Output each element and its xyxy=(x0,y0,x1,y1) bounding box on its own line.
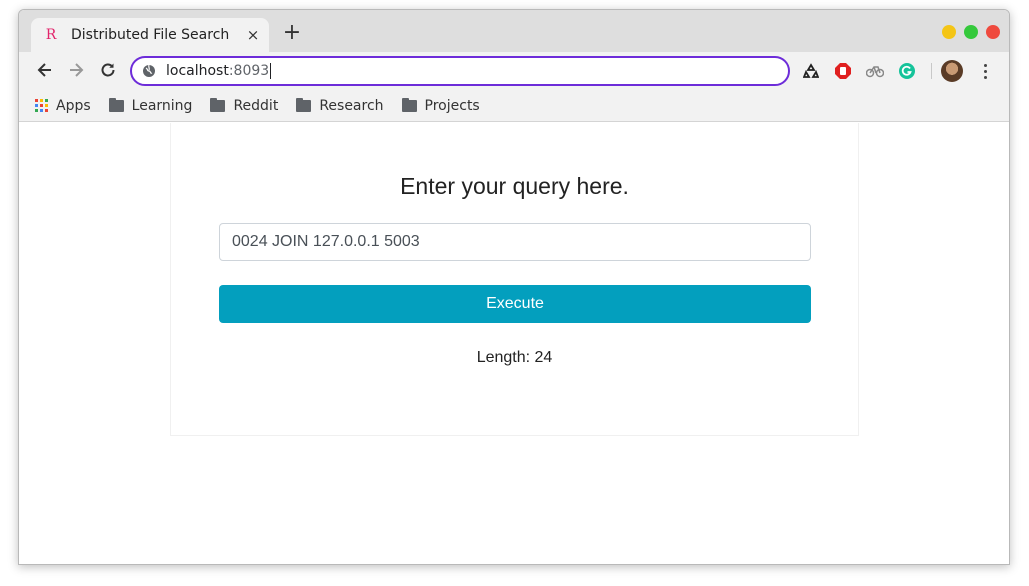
tab-strip: R Distributed File Search × + xyxy=(19,10,1009,52)
favicon-icon: R xyxy=(45,27,57,43)
folder-icon xyxy=(210,97,226,112)
globe-icon xyxy=(142,63,158,79)
folder-icon xyxy=(296,97,312,112)
tab-close-icon[interactable]: × xyxy=(243,26,263,44)
tab-title: Distributed File Search xyxy=(71,27,230,43)
reload-icon xyxy=(101,63,115,77)
bookmark-reddit[interactable]: Reddit xyxy=(210,97,279,114)
profile-avatar[interactable] xyxy=(941,60,963,82)
browser-toolbar: localhost:8093 xyxy=(19,52,1009,90)
new-tab-button[interactable]: + xyxy=(281,22,303,45)
extension-cycling-icon[interactable] xyxy=(865,61,885,81)
minimize-button[interactable] xyxy=(942,25,956,39)
toolbar-separator xyxy=(931,63,932,79)
menu-kebab-icon[interactable] xyxy=(977,60,993,82)
bookmark-label: Projects xyxy=(424,97,480,114)
url-port: :8093 xyxy=(228,63,270,79)
bookmarks-bar: Apps Learning Reddit Research Projects xyxy=(19,90,1009,122)
close-window-button[interactable] xyxy=(986,25,1000,39)
maximize-button[interactable] xyxy=(964,25,978,39)
forward-button[interactable] xyxy=(64,58,88,82)
bookmark-learning[interactable]: Learning xyxy=(108,97,193,114)
bookmark-label: Research xyxy=(319,97,384,114)
execute-button[interactable]: Execute xyxy=(219,285,811,323)
apps-grid-icon xyxy=(35,99,48,112)
length-label: Length: 24 xyxy=(476,349,553,366)
bookmark-label: Apps xyxy=(56,97,91,114)
url-text: localhost:8093 xyxy=(166,63,272,79)
bookmark-apps[interactable]: Apps xyxy=(35,98,91,114)
bookmark-label: Learning xyxy=(131,97,193,114)
arrow-left-icon xyxy=(37,63,51,77)
address-bar[interactable]: localhost:8093 xyxy=(130,56,790,86)
url-host: localhost xyxy=(166,63,229,79)
query-input[interactable] xyxy=(219,223,811,261)
page-heading: Enter your query here. xyxy=(400,173,629,199)
text-caret xyxy=(270,63,272,79)
folder-icon xyxy=(401,97,417,112)
folder-icon xyxy=(108,97,124,112)
browser-window: R Distributed File Search × + localhost:… xyxy=(18,9,1010,565)
extension-grammarly-icon[interactable] xyxy=(897,61,917,81)
reload-button[interactable] xyxy=(96,58,120,82)
bookmark-research[interactable]: Research xyxy=(296,97,384,114)
bookmark-projects[interactable]: Projects xyxy=(401,97,480,114)
extension-stop-icon[interactable] xyxy=(833,61,853,81)
tab-distributed-file-search[interactable]: R Distributed File Search × xyxy=(31,18,269,52)
back-button[interactable] xyxy=(33,58,57,82)
bookmark-label: Reddit xyxy=(233,97,279,114)
page-viewport: Enter your query here. Execute Length: 2… xyxy=(19,123,1009,564)
arrow-right-icon xyxy=(70,63,84,77)
query-card: Enter your query here. Execute Length: 2… xyxy=(170,123,859,436)
extension-recycle-icon[interactable] xyxy=(801,61,821,81)
